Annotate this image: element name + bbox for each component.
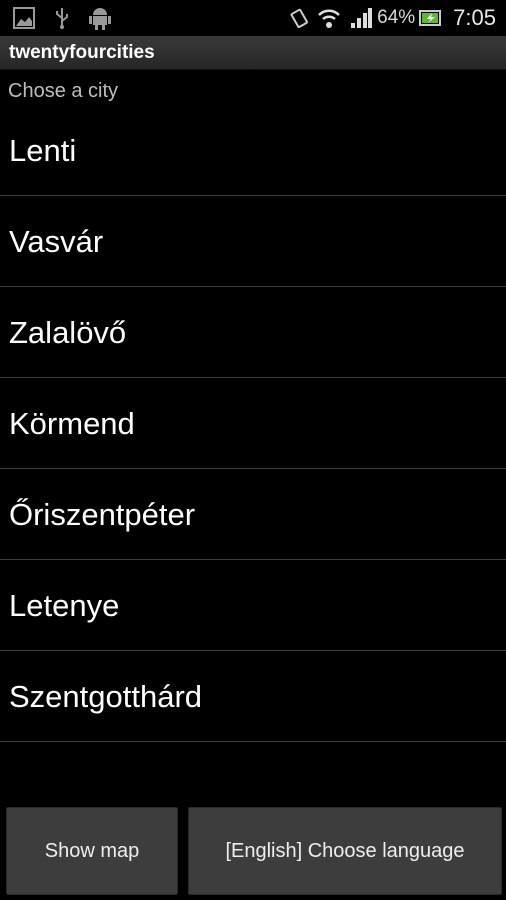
status-bar: 64% 7:05: [0, 0, 506, 36]
signal-icon: [349, 6, 373, 30]
city-list-item[interactable]: Zalalövő: [0, 287, 506, 378]
city-name: Lenti: [9, 133, 77, 168]
city-name: Szentgotthárd: [9, 679, 203, 714]
city-list-item[interactable]: Vasvár: [0, 196, 506, 287]
city-name: Zalalövő: [9, 315, 127, 350]
gallery-icon: [12, 6, 36, 30]
city-name: Őriszentpéter: [9, 497, 196, 532]
battery-charging-icon: [419, 6, 443, 30]
city-list-item[interactable]: Lenti: [0, 105, 506, 196]
android-icon: [88, 6, 112, 30]
vibrate-icon: [287, 6, 311, 30]
city-list-item[interactable]: Letenye: [0, 560, 506, 651]
list-heading: Chose a city: [8, 80, 119, 102]
battery-percent: 64%: [377, 7, 416, 28]
usb-icon: [50, 6, 74, 30]
city-name: Letenye: [9, 588, 120, 623]
city-list: Lenti Vasvár Zalalövő Körmend Őriszentpé…: [0, 105, 506, 742]
city-name: Körmend: [9, 406, 135, 441]
wifi-icon: [317, 6, 341, 30]
city-list-item[interactable]: Szentgotthárd: [0, 651, 506, 742]
city-list-item[interactable]: Körmend: [0, 378, 506, 469]
city-name: Vasvár: [9, 224, 104, 259]
app-title: twentyfourcities: [9, 42, 155, 63]
title-bar: twentyfourcities: [0, 36, 506, 70]
clock: 7:05: [453, 5, 496, 30]
city-list-item[interactable]: Őriszentpéter: [0, 469, 506, 560]
show-map-button[interactable]: Show map: [6, 807, 178, 895]
choose-language-button[interactable]: [English] Choose language: [188, 807, 502, 895]
